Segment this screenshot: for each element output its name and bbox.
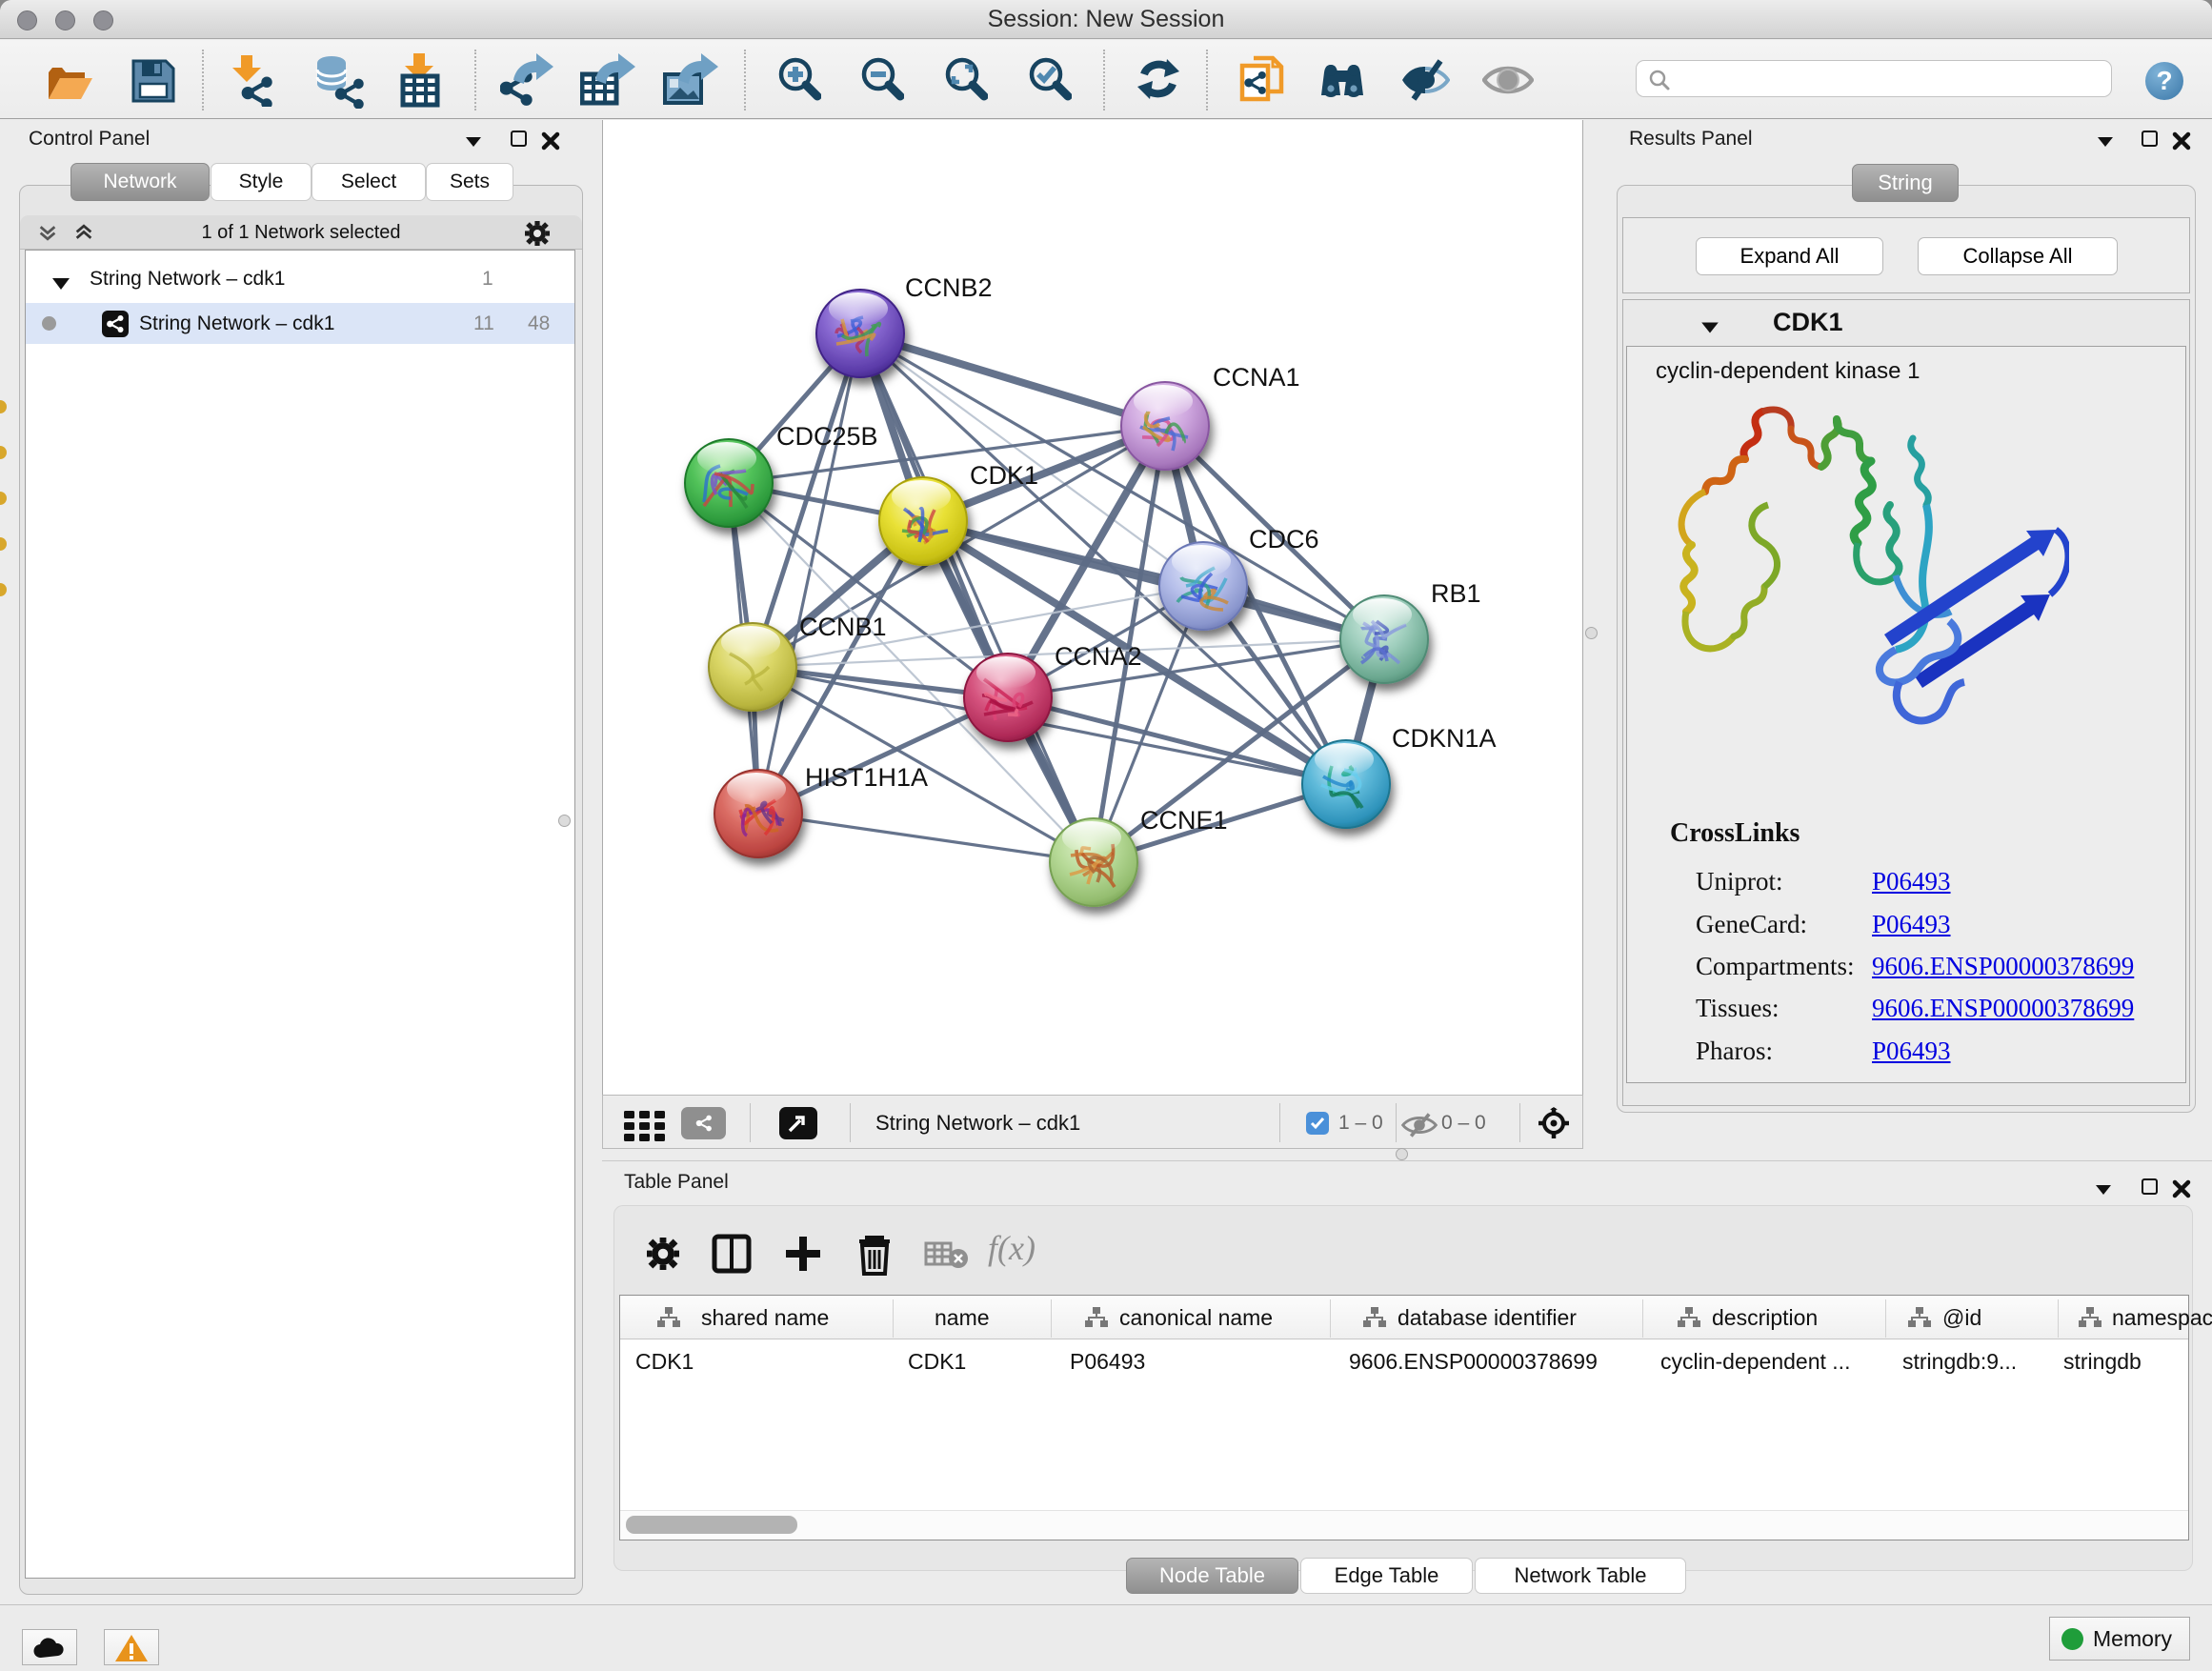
svg-text:CDK1: CDK1 xyxy=(970,461,1038,490)
svg-text:CCNB1: CCNB1 xyxy=(799,613,887,641)
svg-text:CCNA1: CCNA1 xyxy=(1213,363,1300,392)
svg-text:CDKN1A: CDKN1A xyxy=(1392,724,1497,753)
svg-text:CCNB2: CCNB2 xyxy=(905,273,993,302)
svg-text:CDC6: CDC6 xyxy=(1249,525,1319,554)
svg-text:RB1: RB1 xyxy=(1431,579,1481,608)
svg-text:CCNA2: CCNA2 xyxy=(1055,642,1142,671)
svg-text:HIST1H1A: HIST1H1A xyxy=(805,763,928,792)
svg-text:CDC25B: CDC25B xyxy=(776,422,878,451)
svg-text:CCNE1: CCNE1 xyxy=(1140,806,1228,835)
